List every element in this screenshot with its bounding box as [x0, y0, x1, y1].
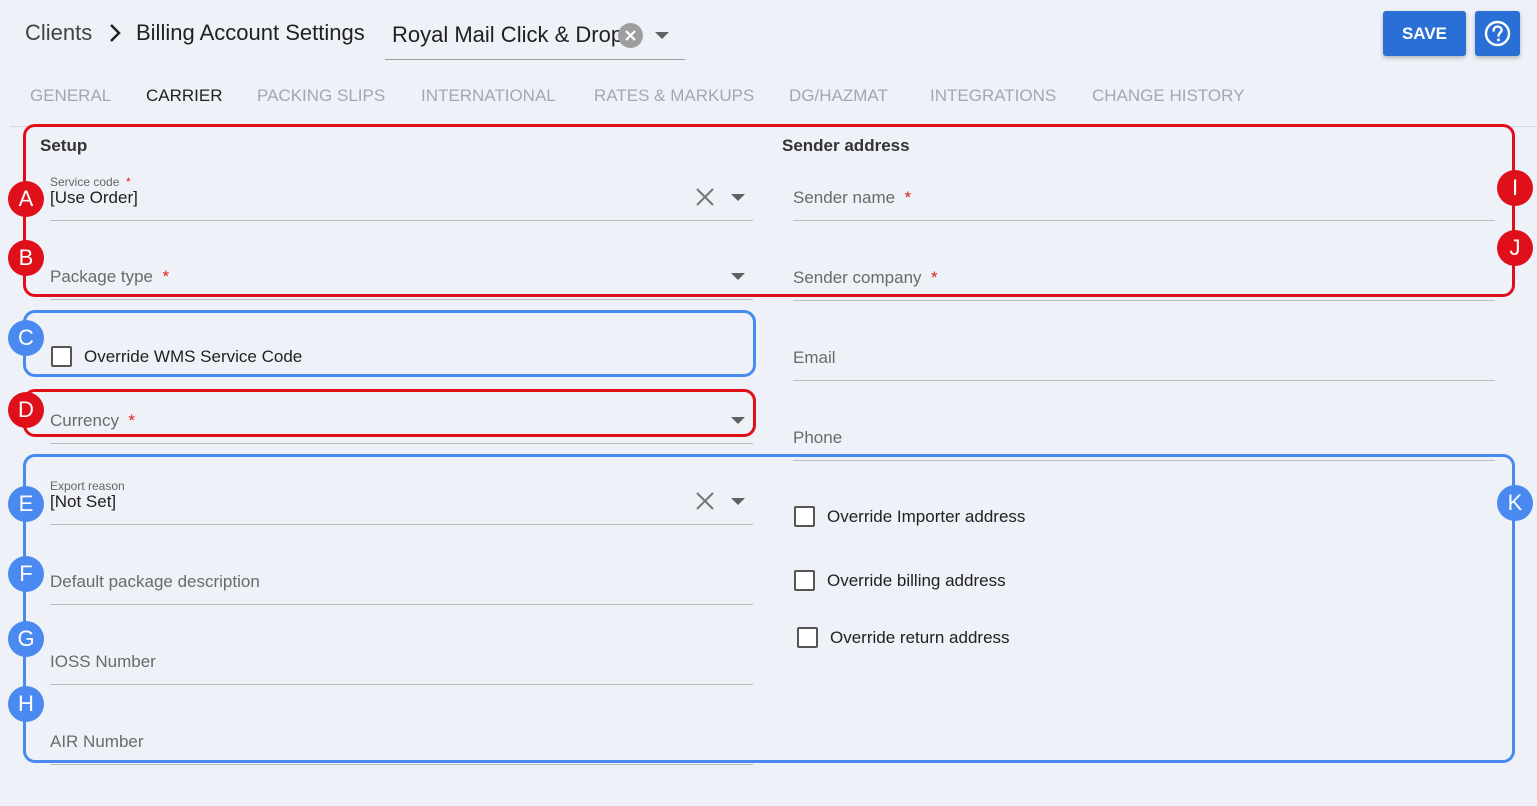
marker-g: G — [8, 621, 44, 657]
help-circle-icon — [1484, 20, 1511, 47]
override-wms-checkbox[interactable] — [51, 346, 72, 367]
save-button[interactable]: SAVE — [1383, 11, 1466, 56]
marker-h: H — [8, 686, 44, 722]
tab-integrations[interactable]: INTEGRATIONS — [930, 86, 1056, 106]
chevron-right-icon — [110, 24, 121, 42]
override-billing-label: Override billing address — [827, 570, 1006, 590]
account-select[interactable]: Royal Mail Click & Drop — [385, 12, 685, 60]
sender-company-label: Sender company * — [793, 268, 938, 287]
currency-select[interactable]: Currency * — [50, 392, 753, 444]
export-reason-label: Export reason — [50, 479, 125, 493]
marker-d: D — [8, 392, 44, 428]
default-package-description-input[interactable]: Default package description — [50, 552, 753, 605]
breadcrumb-clients[interactable]: Clients — [25, 20, 92, 46]
marker-e: E — [8, 486, 44, 522]
override-return-label: Override return address — [830, 627, 1010, 647]
phone-input[interactable]: Phone — [793, 408, 1495, 461]
tab-change-history[interactable]: CHANGE HISTORY — [1092, 86, 1244, 106]
override-wms-label: Override WMS Service Code — [84, 346, 303, 366]
ioss-number-input[interactable]: IOSS Number — [50, 632, 753, 685]
override-importer-checkbox[interactable] — [794, 506, 815, 527]
sender-section-title: Sender address — [782, 136, 910, 155]
override-return-checkbox-row[interactable]: Override return address — [797, 627, 1010, 648]
marker-a: A — [8, 181, 44, 217]
air-number-label: AIR Number — [50, 732, 144, 751]
marker-i: I — [1497, 170, 1533, 206]
marker-b: B — [8, 240, 44, 276]
sender-name-label: Sender name * — [793, 188, 912, 207]
package-type-label: Package type * — [50, 267, 170, 286]
override-importer-label: Override Importer address — [827, 506, 1026, 526]
ioss-number-label: IOSS Number — [50, 652, 156, 671]
caret-down-icon[interactable] — [655, 32, 669, 40]
default-package-description-label: Default package description — [50, 572, 260, 591]
caret-down-icon[interactable] — [731, 417, 745, 424]
setup-section-title: Setup — [40, 136, 88, 155]
export-reason-value: [Not Set] — [50, 492, 117, 511]
sender-company-input[interactable]: Sender company * — [793, 248, 1495, 301]
override-importer-checkbox-row[interactable]: Override Importer address — [794, 506, 1025, 527]
marker-c: C — [8, 320, 44, 356]
close-icon[interactable] — [696, 492, 714, 510]
override-wms-checkbox-row[interactable]: Override WMS Service Code — [51, 346, 302, 367]
page-title: Billing Account Settings — [136, 20, 365, 45]
service-code-value: [Use Order] — [50, 188, 138, 207]
override-billing-checkbox[interactable] — [794, 570, 815, 591]
caret-down-icon[interactable] — [731, 273, 745, 280]
help-button[interactable] — [1475, 11, 1520, 56]
tab-divider — [10, 126, 1537, 127]
marker-k: K — [1497, 485, 1533, 521]
export-reason-select[interactable]: Export reason [Not Set] — [50, 472, 753, 525]
close-icon[interactable] — [696, 188, 714, 206]
override-return-checkbox[interactable] — [797, 627, 818, 648]
currency-label: Currency * — [50, 411, 136, 430]
email-input[interactable]: Email — [793, 328, 1495, 381]
air-number-input[interactable]: AIR Number — [50, 712, 753, 765]
tab-packing-slips[interactable]: PACKING SLIPS — [257, 86, 385, 106]
marker-f: F — [8, 556, 44, 592]
account-select-value: Royal Mail Click & Drop — [392, 22, 624, 47]
tab-dg-hazmat[interactable]: DG/HAZMAT — [789, 86, 888, 106]
email-label: Email — [793, 348, 836, 367]
tab-general[interactable]: GENERAL — [30, 86, 111, 106]
tab-international[interactable]: INTERNATIONAL — [421, 86, 556, 106]
tab-carrier[interactable]: CARRIER — [146, 86, 223, 106]
override-billing-checkbox-row[interactable]: Override billing address — [794, 570, 1006, 591]
clear-circle-icon[interactable] — [618, 23, 643, 48]
service-code-select[interactable]: Service code * [Use Order] — [50, 168, 753, 221]
caret-down-icon[interactable] — [731, 498, 745, 505]
package-type-select[interactable]: Package type * — [50, 248, 753, 300]
tab-rates-markups[interactable]: RATES & MARKUPS — [594, 86, 754, 106]
sender-name-input[interactable]: Sender name * — [793, 168, 1495, 221]
caret-down-icon[interactable] — [731, 194, 745, 201]
phone-label: Phone — [793, 428, 843, 447]
tab-bar: GENERAL CARRIER PACKING SLIPS INTERNATIO… — [0, 78, 1537, 126]
marker-j: J — [1497, 230, 1533, 266]
service-code-label: Service code * — [50, 175, 131, 189]
